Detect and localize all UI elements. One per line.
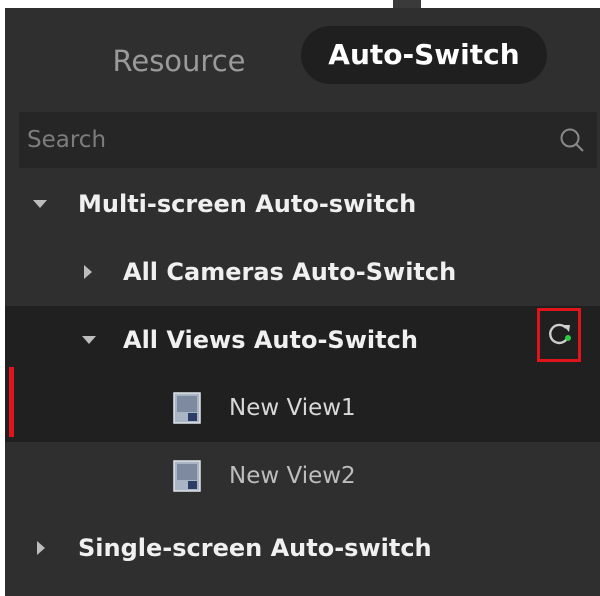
search-input[interactable] (27, 112, 527, 168)
tab-auto-switch[interactable]: Auto-Switch (301, 26, 547, 84)
caret-right-icon[interactable] (84, 265, 92, 279)
tab-resource[interactable]: Resource (91, 36, 267, 86)
tree-item-label: New View1 (229, 395, 356, 421)
selection-indicator (9, 367, 14, 437)
search-icon[interactable] (559, 127, 585, 153)
tree-item-all-views[interactable]: All Views Auto-Switch (5, 306, 600, 374)
refresh-icon (549, 323, 571, 345)
view-icon (173, 460, 201, 492)
tree-item-label: Single-screen Auto-switch (78, 534, 432, 562)
auto-switch-panel: Resource Auto-Switch Multi-screen Auto-s… (5, 8, 600, 596)
caret-down-icon[interactable] (33, 200, 47, 208)
caret-down-icon[interactable] (82, 336, 96, 344)
tree-item-label: New View2 (229, 463, 356, 489)
tree-item-label: Multi-screen Auto-switch (78, 190, 417, 218)
tree-item-multi-screen[interactable]: Multi-screen Auto-switch (5, 170, 600, 238)
tree-item-view[interactable]: New View1 (5, 374, 600, 442)
tree-item-view[interactable]: New View2 (5, 442, 600, 510)
tree-item-single-screen[interactable]: Single-screen Auto-switch (5, 514, 600, 582)
refresh-button[interactable] (537, 308, 581, 362)
caret-right-icon[interactable] (37, 541, 45, 555)
tree-item-label: All Cameras Auto-Switch (123, 258, 457, 286)
search-bar (19, 112, 597, 168)
tree-item-all-cameras[interactable]: All Cameras Auto-Switch (5, 238, 600, 306)
tree-item-label: All Views Auto-Switch (123, 326, 418, 354)
view-icon (173, 392, 201, 424)
tab-bar: Resource Auto-Switch (5, 8, 600, 110)
